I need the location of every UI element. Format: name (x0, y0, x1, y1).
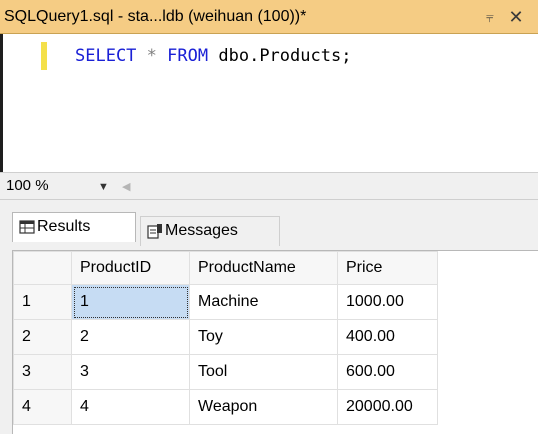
document-tab-title: SQLQuery1.sql - sta...ldb (weihuan (100)… (4, 8, 307, 25)
keyword-from: FROM (167, 46, 209, 66)
zoom-dropdown[interactable]: 100 % ▼ (6, 177, 114, 197)
cell-productid[interactable]: 4 (71, 389, 190, 425)
table-name: dbo.Products; (218, 46, 352, 66)
star-operator: * (146, 46, 157, 66)
zoom-value: 100 % (6, 177, 49, 194)
row-number[interactable]: 1 (13, 284, 72, 320)
cell-price[interactable]: 20000.00 (337, 389, 438, 425)
table-row: 3 3 Tool 600.00 (13, 354, 438, 390)
cell-productid[interactable]: 3 (71, 354, 190, 390)
row-number[interactable]: 3 (13, 354, 72, 390)
query-text[interactable]: SELECT * FROM dbo.Products; (75, 46, 351, 66)
row-number[interactable]: 2 (13, 319, 72, 355)
results-grid[interactable]: ProductID ProductName Price 1 1 Machine … (12, 250, 538, 434)
messages-icon (147, 224, 162, 239)
tab-results-label: Results (37, 218, 91, 235)
tab-messages[interactable]: Messages (140, 216, 280, 246)
cell-price[interactable]: 1000.00 (337, 284, 438, 320)
cell-price[interactable]: 400.00 (337, 319, 438, 355)
document-tab[interactable]: SQLQuery1.sql - sta...ldb (weihuan (100)… (0, 0, 538, 34)
zoom-bar: 100 % ▼ ◀ (0, 172, 538, 200)
pin-icon[interactable]: ⫧ (482, 9, 498, 25)
scroll-left-icon[interactable]: ◀ (122, 179, 132, 195)
cell-productname[interactable]: Tool (189, 354, 338, 390)
keyword-select: SELECT (75, 46, 137, 66)
table-row: 1 1 Machine 1000.00 (13, 284, 438, 320)
cell-productid[interactable]: 1 (71, 284, 190, 320)
cell-price[interactable]: 600.00 (337, 354, 438, 390)
tab-results[interactable]: Results (12, 212, 136, 242)
query-editor[interactable]: SELECT * FROM dbo.Products; (0, 34, 538, 172)
tab-messages-label: Messages (165, 222, 238, 239)
editor-margin (3, 34, 35, 172)
cell-productname[interactable]: Weapon (189, 389, 338, 425)
row-number[interactable]: 4 (13, 389, 72, 425)
change-indicator (41, 42, 47, 70)
table-row: 2 2 Toy 400.00 (13, 319, 438, 355)
column-header-productid[interactable]: ProductID (71, 251, 190, 285)
results-table: ProductID ProductName Price 1 1 Machine … (13, 251, 438, 425)
column-header-productname[interactable]: ProductName (189, 251, 338, 285)
column-header-price[interactable]: Price (337, 251, 438, 285)
corner-header[interactable] (13, 251, 72, 285)
results-pane: Results Messages ProductID ProductName P… (0, 200, 538, 434)
chevron-down-icon: ▼ (98, 181, 109, 193)
header-row: ProductID ProductName Price (13, 251, 438, 285)
table-row: 4 4 Weapon 20000.00 (13, 389, 438, 425)
cell-productid[interactable]: 2 (71, 319, 190, 355)
cell-productname[interactable]: Toy (189, 319, 338, 355)
cell-productname[interactable]: Machine (189, 284, 338, 320)
close-icon[interactable]: ✕ (506, 7, 526, 27)
grid-icon (19, 220, 35, 234)
